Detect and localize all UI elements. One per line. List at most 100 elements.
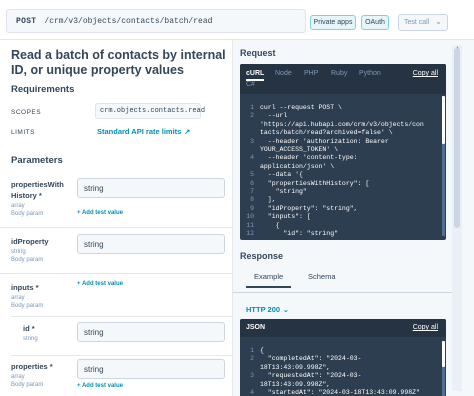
tab-ruby[interactable]: Ruby: [331, 70, 347, 77]
requirements-heading: Requirements: [11, 84, 75, 95]
copy-all-button[interactable]: Copy all: [413, 324, 438, 331]
page-title: Read a batch of contacts by internal ID,…: [11, 48, 226, 77]
line-text: "completedAt": "2024-03-: [260, 355, 362, 363]
copy-all-button[interactable]: Copy all: [413, 70, 438, 77]
divider: [0, 227, 232, 228]
id-input[interactable]: string: [77, 322, 225, 342]
line-text: {: [260, 221, 280, 229]
private-apps-badge: Private apps: [310, 15, 356, 30]
line-text: {: [260, 347, 264, 354]
code-scrollbar-thumb[interactable]: [442, 96, 445, 144]
line-number: 11: [246, 221, 254, 229]
tab-curl[interactable]: cURL: [246, 70, 265, 81]
line-text: --url: [260, 112, 288, 120]
tab-php[interactable]: PHP: [304, 70, 318, 77]
param-location: Body param: [11, 211, 44, 217]
code-sample-panel: Request cURL Node PHP Ruby Python C# Cop…: [233, 40, 474, 396]
line-number: 1: [250, 104, 254, 111]
request-heading: Request: [240, 48, 276, 58]
endpoint-header: POST /crm/v3/objects/contacts/batch/read…: [0, 0, 474, 40]
rate-limits-link-label: Standard API rate limits: [97, 127, 182, 136]
line-text: "string": [260, 188, 307, 195]
line-number: 4: [250, 389, 254, 396]
line-text: "idProperty": "string",: [260, 204, 358, 212]
request-code-block: cURL Node PHP Ruby Python C# Copy all 1c…: [240, 64, 446, 240]
properties-input[interactable]: string: [77, 359, 225, 379]
line-text: "id": "string": [260, 230, 339, 237]
line-text: --header 'content-type:: [260, 154, 358, 162]
param-name-line: propertiesWith: [11, 180, 64, 189]
tab-node[interactable]: Node: [275, 70, 292, 77]
add-test-value-button[interactable]: + Add test value: [77, 281, 123, 287]
line-number: 7: [250, 188, 254, 195]
param-name-line: History *: [11, 191, 42, 200]
code-scrollbar-thumb[interactable]: [442, 341, 445, 367]
line-number: 2: [250, 355, 254, 363]
oauth-badge: OAuth: [361, 15, 389, 30]
endpoint-path-box: POST /crm/v3/objects/contacts/batch/read: [6, 9, 306, 33]
rate-limits-link[interactable]: Standard API rate limits ↗: [97, 127, 190, 136]
line-text: curl --request POST \: [260, 104, 342, 111]
response-heading: Response: [240, 251, 284, 261]
add-test-value-button[interactable]: + Add test value: [77, 383, 123, 389]
line-text: 18T13:43:09.998Z",: [260, 363, 331, 371]
status-code-label: HTTP 200: [246, 305, 281, 314]
param-name-properties: properties *: [11, 362, 53, 371]
endpoint-path: /crm/v3/objects/contacts/batch/read: [44, 16, 213, 26]
line-number: 4: [250, 154, 254, 162]
tab-csharp[interactable]: C#: [246, 81, 255, 88]
param-location: Body param: [11, 382, 44, 388]
param-location: Body param: [11, 303, 44, 309]
param-name-propertiesWithHistory: propertiesWith History *: [11, 179, 64, 201]
add-test-value-button[interactable]: + Add test value: [77, 210, 123, 216]
param-type: array: [11, 374, 25, 380]
line-text: application/json' \: [260, 162, 335, 170]
line-text: "propertiesWithHistory": [: [260, 179, 370, 187]
line-text: 18T13:43:09.998Z",: [260, 380, 331, 388]
language-tabs: cURL Node PHP Ruby Python C# Copy all: [240, 64, 446, 94]
test-call-label: Test call: [404, 19, 430, 26]
scopes-label: SCOPES: [11, 109, 42, 116]
line-text: 'https://api.hubapi.com/crm/v3/objects/c…: [260, 120, 424, 128]
line-text: ],: [260, 196, 276, 204]
tab-schema[interactable]: Schema: [308, 272, 336, 281]
page-scrollbar-thumb[interactable]: [454, 48, 460, 228]
line-number: 5: [250, 171, 254, 179]
tabs-underline: [233, 292, 453, 293]
line-number: 6: [250, 179, 254, 187]
line-text: --data '{: [260, 171, 303, 179]
tab-example[interactable]: Example: [245, 272, 292, 288]
test-call-dropdown[interactable]: Test call ⌄: [398, 14, 448, 31]
line-number: 3: [250, 137, 254, 145]
line-text: "requestedAt": "2024-03-: [260, 372, 362, 380]
line-text: YOUR_ACCESS_TOKEN' \: [260, 146, 339, 153]
limits-label: LIMITS: [11, 129, 35, 136]
endpoint-docs-panel: Read a batch of contacts by internal ID,…: [0, 40, 232, 396]
param-location: Body param: [11, 257, 44, 263]
json-header: JSON Copy all: [240, 319, 446, 337]
param-name-idProperty: idProperty: [11, 237, 49, 246]
line-number: 1: [250, 347, 254, 354]
line-text: "startedAt": "2024-03-18T13:43:09.998Z": [260, 389, 420, 396]
parameters-heading: Parameters: [11, 155, 63, 166]
idProperty-input[interactable]: string: [77, 234, 225, 254]
line-text: "inputs": [: [260, 213, 311, 221]
http-method: POST: [16, 16, 37, 26]
chevron-down-icon: ⌄: [435, 17, 442, 26]
line-number: 10: [246, 213, 254, 221]
param-type: array: [11, 203, 25, 209]
page-scrollbar[interactable]: ▲: [452, 45, 462, 391]
tab-python[interactable]: Python: [359, 70, 381, 77]
line-number: 2: [250, 112, 254, 120]
param-type: string: [11, 249, 26, 255]
scope-value: crm.objects.contacts.read: [95, 103, 205, 119]
param-name-id: id *: [23, 324, 35, 333]
response-code-block: JSON Copy all 1 {2 "completedAt": "2024-0…: [240, 319, 446, 396]
param-name-inputs: inputs *: [11, 283, 39, 292]
chevron-down-icon: ⌄: [283, 307, 289, 314]
external-link-icon: ↗: [184, 129, 191, 136]
propertiesWithHistory-input[interactable]: string: [77, 178, 225, 198]
json-label: JSON: [246, 324, 266, 331]
status-code-dropdown[interactable]: HTTP 200 ⌄: [246, 305, 289, 314]
line-number: 9: [250, 204, 254, 212]
